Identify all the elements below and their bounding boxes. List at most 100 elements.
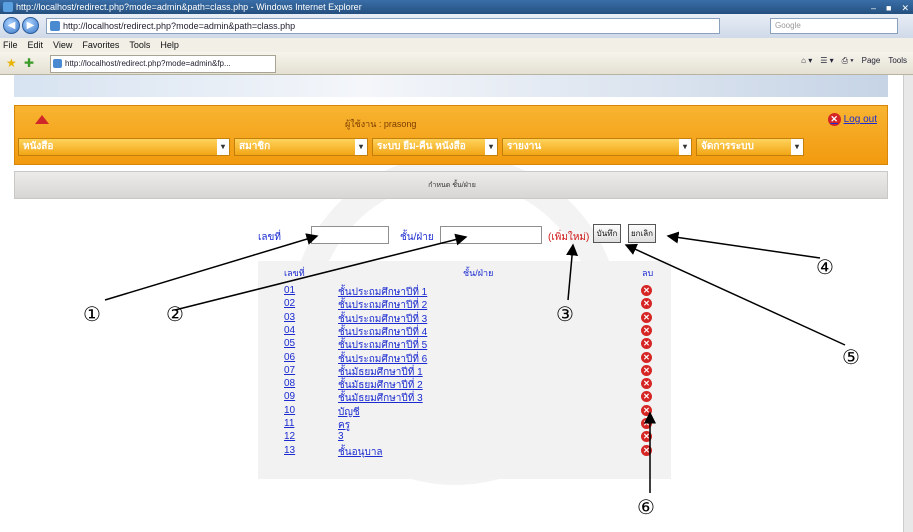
row-code-link[interactable]: 07 <box>284 365 295 376</box>
menu-tools[interactable]: Tools <box>129 38 150 52</box>
menu-members[interactable]: สมาชิก ▾ <box>234 138 368 156</box>
header-panel: ผู้ใช้งาน : prasong ✕ Log out หนังสือ ▾ ส… <box>14 105 888 165</box>
add-favorite-icon[interactable]: ✚ <box>24 56 34 70</box>
close-icon[interactable]: ✕ <box>901 1 909 15</box>
menu-system-label: จัดการระบบ <box>701 141 754 152</box>
row-code-link[interactable]: 09 <box>284 391 295 402</box>
table-row: 03 ชั้นประถมศึกษาปีที่ 3 ✕ <box>258 311 671 325</box>
add-new-label: (เพิ่มใหม่) <box>548 232 590 243</box>
number-input[interactable] <box>311 226 389 244</box>
callout-1: ① <box>83 302 101 326</box>
delete-icon[interactable]: ✕ <box>641 351 652 363</box>
tab-label: http://localhost/redirect.php?mode=admin… <box>65 59 231 68</box>
menu-borrow-return[interactable]: ระบบ ยืม-คืน หนังสือ ▾ <box>372 138 498 156</box>
menu-books[interactable]: หนังสือ ▾ <box>18 138 230 156</box>
table-row: 10 บัญชี ✕ <box>258 404 671 418</box>
delete-icon[interactable]: ✕ <box>641 418 652 429</box>
menu-edit[interactable]: Edit <box>28 38 44 52</box>
page-cmd[interactable]: Page <box>862 56 881 66</box>
user-label: ผู้ใช้งาน : prasong <box>345 119 417 129</box>
table-row: 11 ครู ✕ <box>258 418 671 431</box>
delete-icon[interactable]: ✕ <box>641 338 652 350</box>
page-scrollbar[interactable] <box>903 75 913 532</box>
delete-icon[interactable]: ✕ <box>641 391 652 403</box>
menu-help[interactable]: Help <box>160 38 179 52</box>
row-code-link[interactable]: 05 <box>284 338 295 349</box>
delete-icon[interactable]: ✕ <box>641 311 652 323</box>
menu-view[interactable]: View <box>53 38 72 52</box>
menu-favorites[interactable]: Favorites <box>82 38 119 52</box>
table-row: 12 3 ✕ <box>258 431 671 443</box>
delete-icon[interactable]: ✕ <box>641 364 652 376</box>
section-title: กำหนด ชั้น/ฝ่าย <box>428 182 476 189</box>
browser-menubar: File Edit View Favorites Tools Help <box>0 38 913 52</box>
table-row: 13 ชั้นอนุบาล ✕ <box>258 444 671 460</box>
class-input[interactable] <box>440 226 542 244</box>
row-code-link[interactable]: 08 <box>284 378 295 389</box>
menu-reports[interactable]: รายงาน ▾ <box>502 138 692 156</box>
delete-icon[interactable]: ✕ <box>641 404 652 416</box>
table-row: 09 ชั้นมัธยมศึกษาปีที่ 3 ✕ <box>258 391 671 404</box>
feeds-cmd-icon[interactable]: ☰ ▾ <box>820 56 833 66</box>
save-button[interactable]: บันทึก <box>593 224 621 243</box>
row-code-link[interactable]: 12 <box>284 431 295 442</box>
page-icon <box>50 21 60 31</box>
menu-file[interactable]: File <box>3 38 18 52</box>
maximize-icon[interactable]: ■ <box>886 1 891 15</box>
window-controls: – ■ ✕ <box>871 1 909 15</box>
column-header-number: เลขที่ <box>284 268 305 278</box>
chevron-down-icon: ▾ <box>217 139 229 155</box>
cancel-button[interactable]: ยกเลิก <box>628 224 656 243</box>
tab-page-icon <box>53 59 62 68</box>
column-header-delete: ลบ <box>642 268 654 278</box>
browser-title: http://localhost/redirect.php?mode=admin… <box>16 2 362 12</box>
favorites-bar: ★ ✚ http://localhost/redirect.php?mode=a… <box>0 52 913 75</box>
back-button-icon[interactable]: ◀ <box>3 17 20 34</box>
delete-icon[interactable]: ✕ <box>641 431 652 443</box>
search-input[interactable]: Google <box>770 18 898 34</box>
row-code-link[interactable]: 11 <box>284 418 294 429</box>
class-label: ชั้น/ฝ่าย <box>400 232 434 243</box>
row-code-link[interactable]: 04 <box>284 325 295 336</box>
table-row: 07 ชั้นมัธยมศึกษาปีที่ 1 ✕ <box>258 364 671 378</box>
row-code-link[interactable]: 13 <box>284 445 295 456</box>
callout-3: ③ <box>556 302 574 326</box>
favorites-star-icon[interactable]: ★ <box>6 56 17 70</box>
address-input[interactable]: http://localhost/redirect.php?mode=admin… <box>46 18 720 34</box>
home-icon[interactable] <box>35 115 49 124</box>
tools-cmd[interactable]: Tools <box>888 56 907 66</box>
delete-icon[interactable]: ✕ <box>641 285 652 296</box>
table-row: 04 ชั้นประถมศึกษาปีที่ 4 ✕ <box>258 324 671 338</box>
logout-icon: ✕ <box>827 113 841 126</box>
menu-system[interactable]: จัดการระบบ ▾ <box>696 138 804 156</box>
print-cmd-icon[interactable]: ⎙ ▾ <box>842 56 854 66</box>
row-code-link[interactable]: 02 <box>284 298 295 309</box>
row-code-link[interactable]: 10 <box>284 405 295 416</box>
menu-reports-label: รายงาน <box>507 141 542 152</box>
chevron-down-icon: ▾ <box>355 139 367 155</box>
chevron-down-icon: ▾ <box>791 139 803 155</box>
callout-6: ⑥ <box>637 495 655 519</box>
forward-button-icon[interactable]: ▶ <box>22 17 39 34</box>
delete-icon[interactable]: ✕ <box>641 324 652 336</box>
delete-icon[interactable]: ✕ <box>641 298 652 310</box>
row-code-link[interactable]: 03 <box>284 312 295 323</box>
logout-link[interactable]: ✕ Log out <box>827 113 877 126</box>
row-code-link[interactable]: 01 <box>284 285 295 296</box>
row-class-link[interactable]: ชั้นอนุบาล <box>338 445 383 460</box>
delete-icon[interactable]: ✕ <box>641 378 652 390</box>
callout-2: ② <box>166 302 184 326</box>
site-banner <box>14 75 888 97</box>
menu-books-label: หนังสือ <box>23 141 54 152</box>
address-text: http://localhost/redirect.php?mode=admin… <box>63 21 296 31</box>
logout-label: Log out <box>843 114 877 125</box>
home-cmd-icon[interactable]: ⌂ ▾ <box>801 56 812 66</box>
browser-tab[interactable]: http://localhost/redirect.php?mode=admin… <box>50 55 276 73</box>
table-row: 05 ชั้นประถมศึกษาปีที่ 5 ✕ <box>258 338 671 351</box>
class-table: เลขที่ ชั้น/ฝ่าย ลบ 01 ชั้นประถมศึกษาปีที… <box>258 261 671 479</box>
main-menubar: หนังสือ ▾ สมาชิก ▾ ระบบ ยืม-คืน หนังสือ ▾ ร… <box>18 138 804 156</box>
minimize-icon[interactable]: – <box>871 1 876 15</box>
delete-icon[interactable]: ✕ <box>641 444 652 456</box>
row-class-link[interactable]: 3 <box>338 431 344 442</box>
row-code-link[interactable]: 06 <box>284 352 295 363</box>
